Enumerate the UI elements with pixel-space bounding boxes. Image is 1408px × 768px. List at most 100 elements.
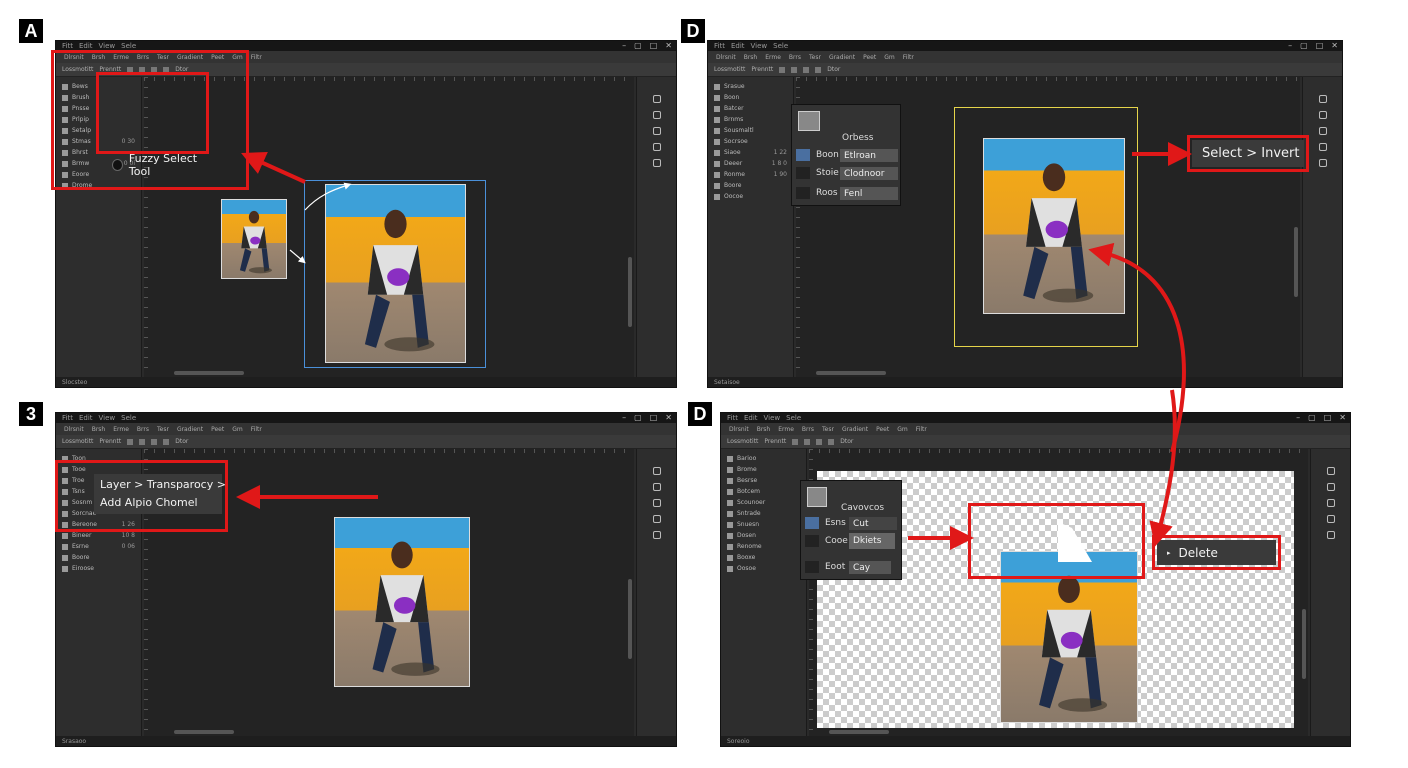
brush-icon[interactable] (653, 111, 661, 119)
tool-row[interactable]: Renome (721, 541, 806, 552)
tool-row[interactable]: Dosen (721, 530, 806, 541)
toolbar-item[interactable]: Filtr (251, 426, 262, 433)
toolbar-item[interactable]: Filtr (251, 54, 262, 61)
option-icon[interactable] (779, 66, 786, 73)
menu-item[interactable]: Edit (731, 42, 745, 50)
tool-row[interactable]: Booxe (721, 552, 806, 563)
tool-row[interactable]: Srasue (708, 81, 793, 92)
menu-item[interactable]: Fitt (62, 414, 73, 422)
tool-row[interactable]: Oocoe (708, 191, 793, 202)
history-icon[interactable] (653, 159, 661, 167)
tool-row[interactable]: Barioo (721, 453, 806, 464)
option-item[interactable]: Lossmotitt (714, 66, 745, 73)
toolbar-item[interactable]: Erme (778, 426, 794, 433)
option-icon[interactable] (127, 438, 134, 445)
pencil-icon[interactable] (1327, 515, 1335, 523)
menu-item[interactable]: Edit (79, 42, 93, 50)
toolbar-item[interactable]: Brrs (802, 426, 814, 433)
pencil-icon[interactable] (653, 143, 661, 151)
close-icon[interactable]: ✕ (1339, 413, 1346, 423)
toolbar-item[interactable]: Tesr (809, 54, 821, 61)
eraser-icon[interactable] (1327, 499, 1335, 507)
toolbar-item[interactable]: Gradient (177, 426, 203, 433)
tool-row[interactable]: Ronme 1 90 (708, 169, 793, 180)
tool-row[interactable]: Sousmaltl (708, 125, 793, 136)
toolbar-item[interactable]: Peet (876, 426, 889, 433)
toolbar-item[interactable]: Dlrsnit (716, 54, 736, 61)
menu-item[interactable]: View (99, 414, 116, 422)
toolbar-item[interactable]: Tesr (157, 426, 169, 433)
restore-icon[interactable]: ▢ (634, 413, 642, 423)
cut-button[interactable]: Cut (849, 517, 897, 530)
vertical-scrollbar[interactable] (628, 579, 632, 659)
tool-row[interactable]: Esrne 0 06 (56, 541, 141, 552)
minimize-icon[interactable]: – (1296, 413, 1300, 423)
toolbar-item[interactable]: Gm (232, 426, 243, 433)
restore-icon[interactable]: ▢ (634, 41, 642, 51)
eraser-icon[interactable] (653, 127, 661, 135)
toolbar-item[interactable]: Filtr (916, 426, 927, 433)
history-icon[interactable] (1319, 159, 1327, 167)
toolbar-item[interactable]: Peet (863, 54, 876, 61)
option-item[interactable]: Prenntt (764, 438, 786, 445)
toolbar-item[interactable]: Gradient (842, 426, 868, 433)
tool-row[interactable]: Eiroose (56, 563, 141, 574)
toolbar-item[interactable]: Brsh (744, 54, 758, 61)
eraser-icon[interactable] (1319, 127, 1327, 135)
menu-item[interactable]: Sele (773, 42, 788, 50)
layers-icon[interactable] (1319, 95, 1327, 103)
maximize-icon[interactable]: □ (1316, 41, 1324, 51)
pencil-icon[interactable] (653, 515, 661, 523)
tool-row[interactable]: Scounoer (721, 497, 806, 508)
tool-row[interactable]: Siaoe 1 22 (708, 147, 793, 158)
delete-callout[interactable]: ▸ Delete (1157, 540, 1276, 565)
tool-row[interactable]: Batcer (708, 103, 793, 114)
maximize-icon[interactable]: □ (650, 413, 658, 423)
menu-item[interactable]: Sele (121, 414, 136, 422)
tool-row[interactable]: Boore (708, 180, 793, 191)
restore-icon[interactable]: ▢ (1300, 41, 1308, 51)
copy-button[interactable]: Cay (849, 561, 891, 574)
horizontal-scrollbar[interactable] (829, 730, 889, 734)
toolbar-item[interactable]: Gm (897, 426, 908, 433)
layers-icon[interactable] (653, 95, 661, 103)
popup-button[interactable]: Fenl (840, 187, 898, 200)
vertical-scrollbar[interactable] (1294, 227, 1298, 297)
option-item[interactable]: Dtor (175, 438, 188, 445)
maximize-icon[interactable]: □ (650, 41, 658, 51)
close-icon[interactable]: ✕ (665, 41, 672, 51)
horizontal-scrollbar[interactable] (174, 371, 244, 375)
toolbar-item[interactable]: Erme (765, 54, 781, 61)
vertical-scrollbar[interactable] (1302, 609, 1306, 679)
popup-button[interactable]: Clodnoor (840, 167, 898, 180)
option-icon[interactable] (816, 438, 823, 445)
menu-item[interactable]: Sele (121, 42, 136, 50)
option-item[interactable]: Prenntt (99, 438, 121, 445)
maximize-icon[interactable]: □ (1324, 413, 1332, 423)
tool-row[interactable]: Botcem (721, 486, 806, 497)
tool-row[interactable]: Oosoe (721, 563, 806, 574)
layers-icon[interactable] (1327, 467, 1335, 475)
option-item[interactable]: Lossmotitt (62, 438, 93, 445)
delete-button[interactable]: Dkiets (849, 533, 895, 549)
brush-icon[interactable] (1327, 483, 1335, 491)
menu-item[interactable]: Fitt (727, 414, 738, 422)
brush-icon[interactable] (653, 483, 661, 491)
option-icon[interactable] (815, 66, 822, 73)
tool-row[interactable]: Boore (56, 552, 141, 563)
option-item[interactable]: Prenntt (751, 66, 773, 73)
close-icon[interactable]: ✕ (665, 413, 672, 423)
menu-item[interactable]: Sele (786, 414, 801, 422)
layers-icon[interactable] (653, 467, 661, 475)
toolbar-item[interactable]: Brrs (137, 426, 149, 433)
option-icon[interactable] (791, 66, 798, 73)
brush-icon[interactable] (1319, 111, 1327, 119)
toolbar-item[interactable]: Dlrsnit (729, 426, 749, 433)
menu-item[interactable]: Fitt (714, 42, 725, 50)
toolbar-item[interactable]: Peet (211, 426, 224, 433)
toolbar-item[interactable]: Brsh (92, 426, 106, 433)
history-icon[interactable] (653, 531, 661, 539)
toolbar-item[interactable]: Gradient (829, 54, 855, 61)
tool-row[interactable]: Brome (721, 464, 806, 475)
toolbar-item[interactable]: Erme (113, 426, 129, 433)
